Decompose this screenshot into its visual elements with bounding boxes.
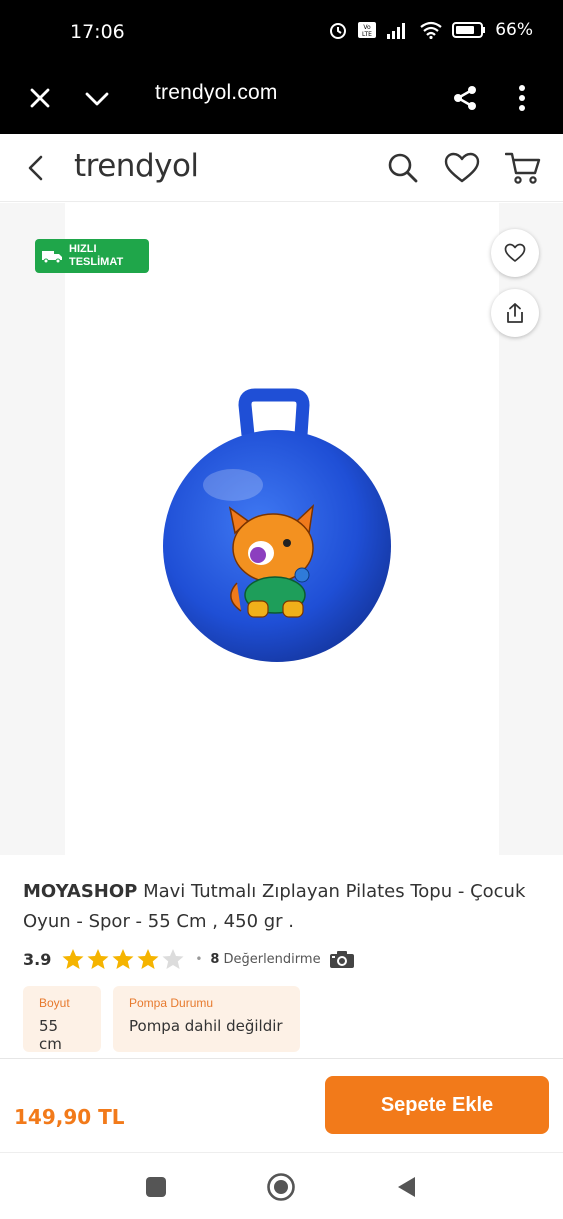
product-ball-image bbox=[163, 388, 391, 662]
rating-stars bbox=[61, 948, 185, 970]
close-icon[interactable] bbox=[22, 80, 58, 116]
search-icon[interactable] bbox=[383, 148, 423, 188]
divider bbox=[0, 1058, 563, 1059]
product-photo[interactable] bbox=[65, 203, 499, 855]
status-bar: 17:06 Vo LTE 66% bbox=[0, 0, 563, 62]
badge-line2: TESLİMAT bbox=[69, 256, 124, 268]
star-empty-icon bbox=[162, 949, 184, 969]
status-time: 17:06 bbox=[70, 21, 125, 43]
attribute-value: Pompa dahil değildir bbox=[129, 1017, 283, 1035]
favorites-heart-icon[interactable] bbox=[442, 148, 482, 188]
volte-icon: VoLTE bbox=[358, 22, 377, 38]
share-product-button[interactable] bbox=[491, 289, 539, 337]
home-icon[interactable] bbox=[264, 1170, 298, 1204]
product-title: MOYASHOP Mavi Tutmalı Zıplayan Pilates T… bbox=[23, 877, 543, 937]
attribute-pump: Pompa Durumu Pompa dahil değildir bbox=[113, 986, 300, 1052]
rating-row[interactable]: 3.9 • 8 Değerlendirme bbox=[23, 946, 355, 972]
signal-icon bbox=[387, 23, 406, 39]
attribute-value: 55 cm bbox=[39, 1017, 62, 1053]
review-count: 8 bbox=[210, 951, 220, 967]
back-arrow-icon[interactable] bbox=[16, 148, 56, 188]
share-icon[interactable] bbox=[447, 80, 483, 116]
product-price: 149,90 TL bbox=[14, 1105, 125, 1129]
star-filled-icon bbox=[112, 949, 134, 969]
attribute-size: Boyut 55 cm bbox=[23, 986, 101, 1053]
more-options-icon[interactable] bbox=[504, 80, 540, 116]
add-to-cart-button[interactable]: Sepete Ekle bbox=[325, 1076, 549, 1134]
product-brand[interactable]: MOYASHOP bbox=[23, 881, 137, 902]
star-filled-icon bbox=[137, 949, 159, 969]
battery-icon bbox=[452, 22, 486, 38]
cart-icon[interactable] bbox=[503, 148, 543, 188]
back-triangle-icon[interactable] bbox=[389, 1170, 423, 1204]
star-filled-icon bbox=[62, 949, 84, 969]
product-image-gallery[interactable]: HIZLI TESLİMAT bbox=[0, 203, 563, 855]
separator-dot: • bbox=[195, 952, 203, 966]
alarm-icon bbox=[330, 23, 347, 39]
rating-score: 3.9 bbox=[23, 949, 52, 969]
heart-outline-icon bbox=[504, 243, 526, 262]
add-to-favorites-button[interactable] bbox=[491, 229, 539, 277]
trendyol-logo[interactable]: trendyol bbox=[74, 148, 199, 184]
chevron-down-icon[interactable] bbox=[79, 80, 115, 116]
svg-text:Vo: Vo bbox=[364, 24, 372, 31]
camera-icon bbox=[329, 951, 354, 968]
star-filled-icon bbox=[87, 949, 109, 969]
status-icons: Vo LTE 66% bbox=[328, 20, 533, 40]
svg-text:LTE: LTE bbox=[362, 31, 372, 38]
delivery-truck-icon bbox=[42, 251, 62, 264]
attribute-key: Pompa Durumu bbox=[129, 996, 214, 1010]
wifi-icon bbox=[420, 21, 442, 39]
review-label: Değerlendirme bbox=[223, 951, 321, 967]
battery-percent: 66% bbox=[495, 20, 533, 40]
system-navigation-bar bbox=[0, 1152, 563, 1219]
attribute-key: Boyut bbox=[39, 996, 70, 1010]
recent-apps-icon[interactable] bbox=[139, 1170, 173, 1204]
badge-line1: HIZLI bbox=[69, 243, 97, 255]
browser-url[interactable]: trendyol.com bbox=[155, 81, 278, 105]
fast-delivery-badge: HIZLI TESLİMAT bbox=[35, 239, 149, 273]
browser-bar: trendyol.com bbox=[0, 62, 563, 134]
app-header: trendyol bbox=[0, 134, 563, 202]
upload-share-icon bbox=[507, 303, 523, 323]
